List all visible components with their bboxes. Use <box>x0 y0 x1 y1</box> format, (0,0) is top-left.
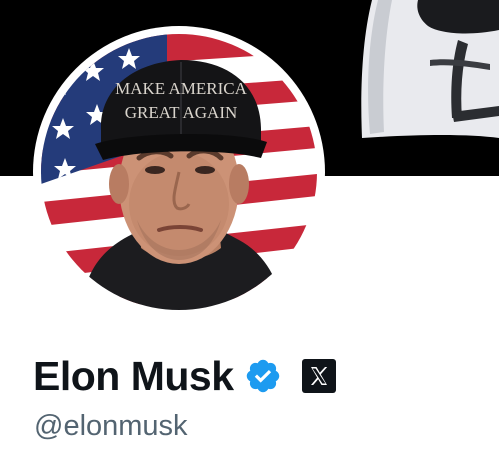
display-name: Elon Musk <box>33 353 234 399</box>
x-logo-icon[interactable] <box>301 359 336 393</box>
profile-avatar[interactable]: MAKE AMERICA GREAT AGAIN <box>33 26 325 318</box>
verified-badge-icon[interactable] <box>244 357 282 395</box>
avatar-photo: MAKE AMERICA GREAT AGAIN <box>41 34 317 310</box>
cap-text-line2: GREAT AGAIN <box>125 103 238 122</box>
cap-text-line1: MAKE AMERICA <box>115 79 247 98</box>
profile-name-row: Elon Musk <box>33 352 336 400</box>
profile-handle: @elonmusk <box>34 410 188 442</box>
